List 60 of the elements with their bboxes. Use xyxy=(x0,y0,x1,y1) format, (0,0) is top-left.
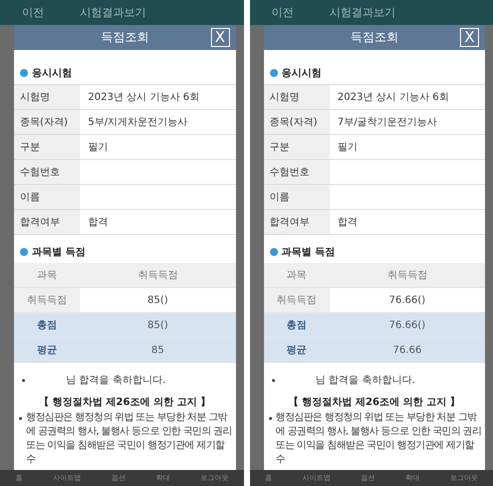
row-label: 취득득점 xyxy=(264,288,330,312)
bullet-icon xyxy=(22,379,25,382)
field-label: 시험명 xyxy=(264,85,330,109)
notice-text: 행정심판은 행정청의 위법 또는 부당한 처분 그밖에 공권력의 행사, 불행사 등으로 인한 국민의 권리 또는 이익을 침해받은 국민이 행정기관에 제기할 수 xyxy=(276,411,482,467)
field-label: 구분 xyxy=(14,135,80,159)
row-label: 평균 xyxy=(286,344,308,358)
field-label: 이름 xyxy=(14,185,80,209)
field-label: 합격여부 xyxy=(14,210,80,234)
back-link[interactable]: 이전 xyxy=(22,5,44,20)
field-label: 합격여부 xyxy=(264,210,330,234)
field-label: 구분 xyxy=(264,135,330,159)
field-value: 2023년 상시 기능사 6회 xyxy=(336,91,450,105)
row-label: 총점 xyxy=(286,319,308,333)
field-value: 필기 xyxy=(336,141,358,155)
section-title: 과목별 득점 xyxy=(282,246,335,259)
congrats-text: 님 합격을 축하합니다. xyxy=(66,374,166,387)
bullet-icon xyxy=(19,417,22,420)
field-label: 종목(자격) xyxy=(14,110,80,134)
dialog-title: 득점조회 xyxy=(100,29,149,46)
bullet-icon xyxy=(268,417,272,420)
section-title: 과목별 득점 xyxy=(32,246,86,259)
column-header: 과목 xyxy=(36,269,58,283)
notice-text: 행정심판은 행정청의 위법 또는 부당한 처분 그밖에 공권력의 행사, 불행사 등으로 인한 국민의 권리 또는 이익을 침해받은 국민이 행정기관에 제기할 수 xyxy=(26,411,232,467)
bullet-icon xyxy=(270,69,278,77)
field-value: 2023년 상시 기능사 6회 xyxy=(87,91,200,105)
bullet-icon xyxy=(270,248,278,256)
bullet-icon xyxy=(20,69,28,77)
column-header: 과목 xyxy=(286,269,308,283)
score-value: 76.66() xyxy=(388,318,426,332)
field-label: 시험명 xyxy=(14,85,80,109)
row-label: 취득득점 xyxy=(14,288,80,312)
field-label: 수험번호 xyxy=(14,160,80,184)
section-title: 응시시험 xyxy=(32,67,72,80)
score-value: 85 xyxy=(150,344,166,358)
close-button[interactable]: X xyxy=(460,28,479,47)
field-label: 종목(자격) xyxy=(264,110,330,134)
close-button[interactable]: X xyxy=(210,28,230,47)
congrats-text: 님 합격을 축하합니다. xyxy=(316,374,416,387)
field-value: 필기 xyxy=(87,141,109,155)
notice-title: 【 행정절차법 제26조에 의한 고지 】 xyxy=(288,396,461,410)
column-header: 취득득점 xyxy=(386,269,428,283)
field-value: 5부/지게차운전기능사 xyxy=(87,116,189,130)
bullet-icon xyxy=(20,248,28,256)
score-value: 76.66 xyxy=(392,344,423,358)
field-label: 수험번호 xyxy=(264,160,330,184)
field-value: 7부/굴착기운전기능사 xyxy=(336,116,438,130)
dialog-title: 득점조회 xyxy=(350,29,398,46)
score-value: 85() xyxy=(146,318,170,332)
field-label: 이름 xyxy=(264,185,330,209)
notice-title: 【 행정절차법 제26조에 의한 고지 】 xyxy=(38,396,212,410)
column-header: 취득득점 xyxy=(136,269,179,283)
row-label: 평균 xyxy=(36,344,58,358)
page-title: 시험결과보기 xyxy=(330,5,396,20)
section-title: 응시시험 xyxy=(282,67,322,80)
bullet-icon xyxy=(272,379,274,382)
field-value: 합격 xyxy=(336,216,358,230)
field-value: 합격 xyxy=(87,216,109,230)
page-title: 시험결과보기 xyxy=(80,5,146,20)
back-link[interactable]: 이전 xyxy=(272,5,294,20)
row-label: 총점 xyxy=(36,319,58,333)
